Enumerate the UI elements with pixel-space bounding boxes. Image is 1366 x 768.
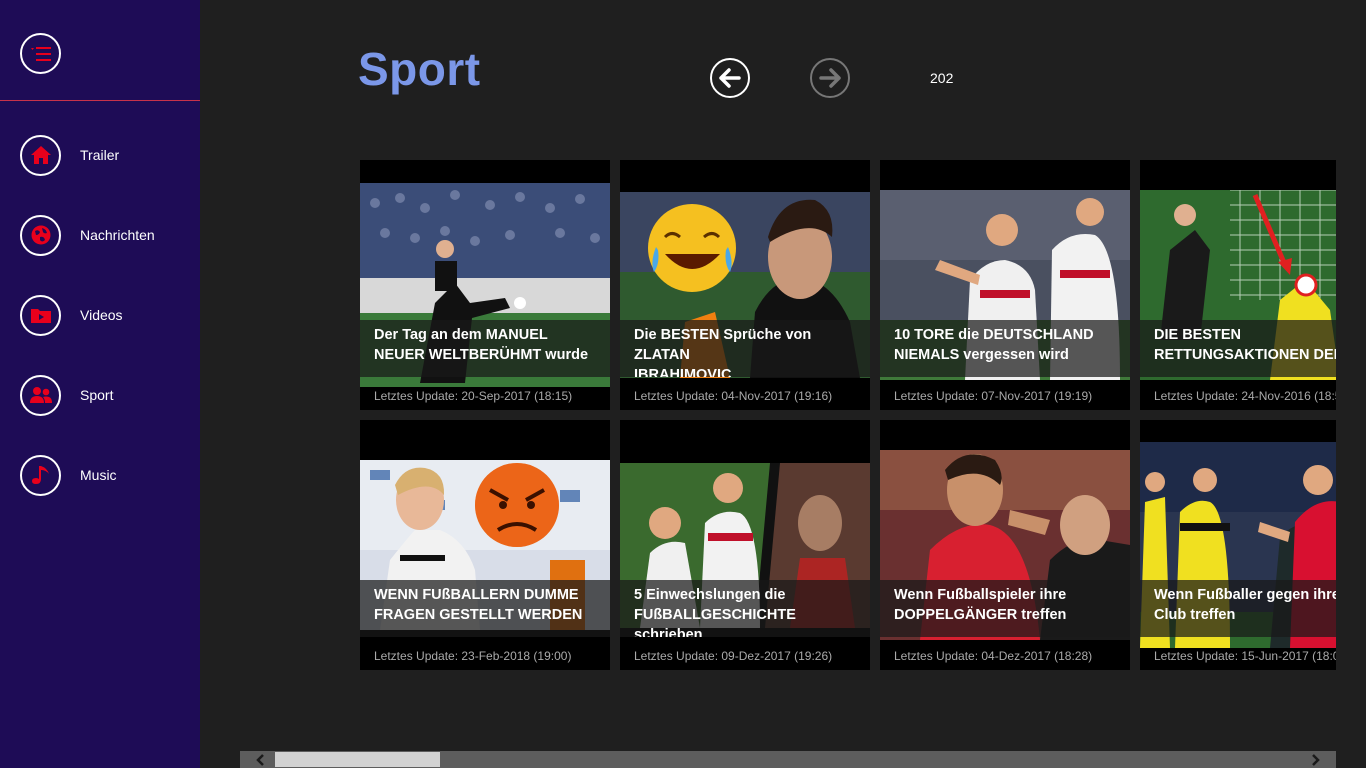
sidebar-item-sport[interactable]: Sport: [20, 374, 200, 416]
video-tile[interactable]: DIE BESTEN RETTUNGSAKTIONEN DER W Letzte…: [1140, 160, 1336, 410]
tile-title: DIE BESTEN RETTUNGSAKTIONEN DER W: [1140, 320, 1336, 377]
arrow-left-icon: [719, 68, 741, 88]
forward-button[interactable]: [810, 58, 850, 98]
sidebar-divider: [0, 100, 200, 101]
scroll-right-button[interactable]: [1306, 751, 1323, 768]
menu-button[interactable]: [20, 33, 61, 74]
music-note-icon: [31, 466, 49, 484]
video-tile[interactable]: Wenn Fußballer gegen ihren Club treffen …: [1140, 420, 1336, 670]
video-folder-icon: [30, 309, 51, 323]
home-icon: [30, 146, 51, 164]
globe-icon: [31, 225, 50, 245]
tile-date: Letztes Update: 24-Nov-2016 (18:50): [1154, 389, 1336, 403]
sidebar-item-videos[interactable]: Videos: [20, 294, 200, 336]
video-tile[interactable]: 10 TORE die DEUTSCHLAND NIEMALS vergesse…: [880, 160, 1130, 410]
sidebar-item-label: Videos: [80, 307, 123, 323]
nav-icon-ring: [20, 214, 61, 256]
tile-date: Letztes Update: 15-Jun-2017 (18:05): [1154, 649, 1336, 663]
nav-icon-ring: [20, 454, 61, 496]
tile-date: Letztes Update: 23-Feb-2018 (19:00): [374, 649, 572, 663]
video-tile[interactable]: WENN FUßBALLERN DUMME FRAGEN GESTELLT WE…: [360, 420, 610, 670]
scroll-left-button[interactable]: [252, 751, 269, 768]
tile-date: Letztes Update: 09-Dez-2017 (19:26): [634, 649, 833, 663]
sidebar-item-label: Nachrichten: [80, 227, 155, 243]
tile-title: Wenn Fußballer gegen ihren Club treffen: [1140, 580, 1336, 637]
nav-icon-ring: [20, 294, 61, 336]
tile-title: Der Tag an dem MANUEL NEUER WELTBERÜHMT …: [360, 320, 610, 377]
chevron-left-icon: [255, 753, 264, 766]
tile-date: Letztes Update: 07-Nov-2017 (19:19): [894, 389, 1093, 403]
video-tile[interactable]: Der Tag an dem MANUEL NEUER WELTBERÜHMT …: [360, 160, 610, 410]
tile-title: WENN FUßBALLERN DUMME FRAGEN GESTELLT WE…: [360, 580, 610, 637]
back-button[interactable]: [710, 58, 750, 98]
tile-date: Letztes Update: 20-Sep-2017 (18:15): [374, 389, 573, 403]
users-icon: [29, 387, 52, 403]
video-tile[interactable]: Die BESTEN Sprüche von ZLATAN IBRAHIMOVI…: [620, 160, 870, 410]
sidebar-item-label: Sport: [80, 387, 114, 403]
video-tile[interactable]: Wenn Fußballspieler ihre DOPPELGÄNGER tr…: [880, 420, 1130, 670]
nav-icon-ring: [20, 134, 61, 176]
item-count: 202: [930, 70, 954, 86]
tile-title: 5 Einwechslungen die FUßBALLGESCHICHTE s…: [620, 580, 870, 637]
chevron-right-icon: [1311, 753, 1320, 766]
sidebar-item-music[interactable]: Music: [20, 454, 200, 496]
sidebar-item-trailer[interactable]: Trailer: [20, 134, 200, 176]
tile-date: Letztes Update: 04-Nov-2017 (19:16): [634, 389, 833, 403]
video-tile[interactable]: 5 Einwechslungen die FUßBALLGESCHICHTE s…: [620, 420, 870, 670]
sidebar: Trailer Nachrichten Videos Sport Music: [0, 0, 200, 768]
nav-icon-ring: [20, 374, 61, 416]
tile-date: Letztes Update: 04-Dez-2017 (18:28): [894, 649, 1093, 663]
horizontal-scrollbar[interactable]: [240, 751, 1336, 768]
tile-title: Wenn Fußballspieler ihre DOPPELGÄNGER tr…: [880, 580, 1130, 637]
hamburger-menu-icon: [30, 46, 51, 61]
page-title: Sport: [358, 43, 481, 95]
sidebar-item-label: Music: [80, 467, 117, 483]
arrow-right-icon: [819, 68, 841, 88]
sidebar-item-label: Trailer: [80, 147, 120, 163]
sidebar-item-nachrichten[interactable]: Nachrichten: [20, 214, 200, 256]
tile-title: Die BESTEN Sprüche von ZLATAN IBRAHIMOVI…: [620, 320, 870, 377]
tile-title: 10 TORE die DEUTSCHLAND NIEMALS vergesse…: [880, 320, 1130, 377]
scroll-thumb[interactable]: [275, 752, 440, 767]
